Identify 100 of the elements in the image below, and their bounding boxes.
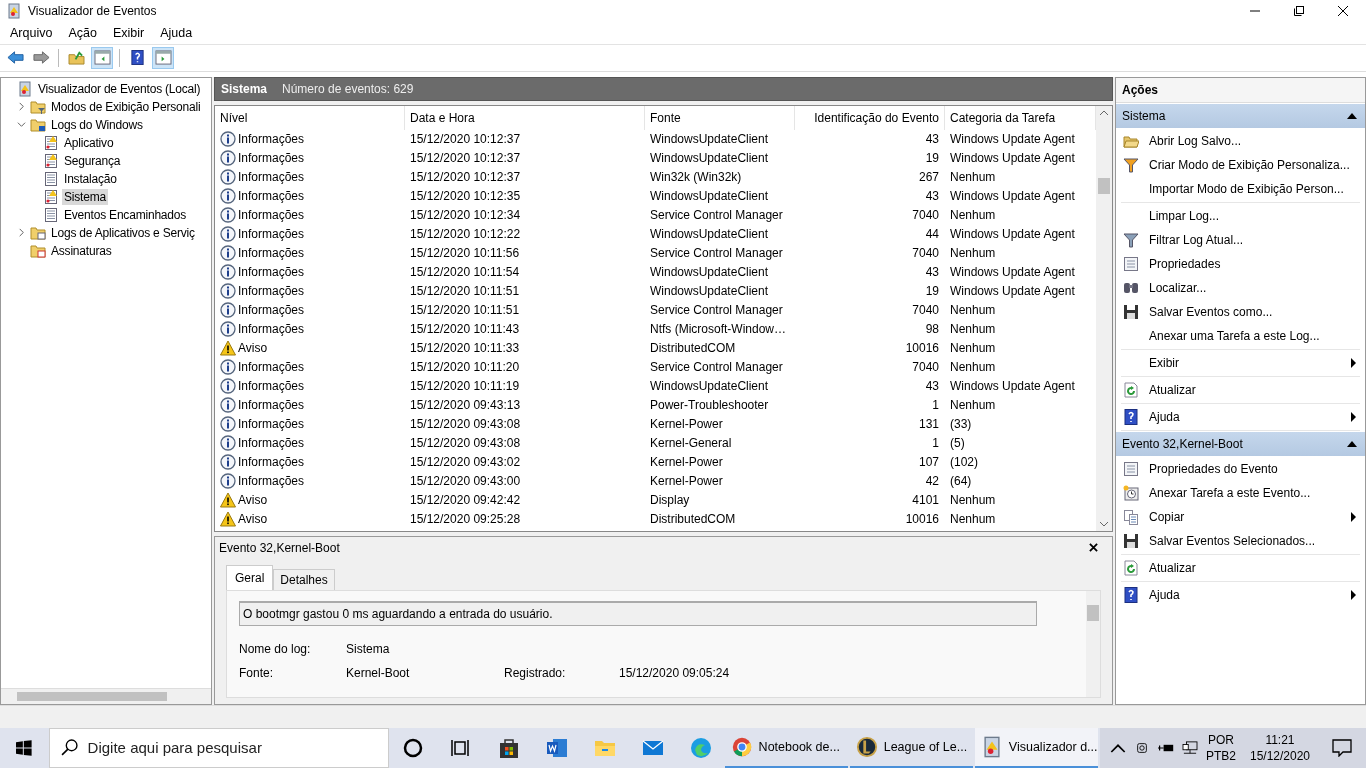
menu-item[interactable]: Arquivo [10, 25, 53, 40]
copy-icon [1123, 508, 1139, 525]
close-icon[interactable] [1338, 5, 1348, 16]
scroll-thumb[interactable] [1098, 177, 1110, 194]
tree-item[interactable]: Logs de Aplicativos e Serviç [49, 224, 197, 241]
table-cell-text: Nenhum [949, 493, 997, 508]
column-header[interactable]: Nível [215, 105, 405, 130]
letter-emblem-icon [855, 736, 878, 758]
table-cell: Informações [238, 170, 305, 185]
search-field[interactable]: Digite aqui para pesquisar [48, 728, 389, 768]
table-cell-text: 15/12/2020 10:11:56 [409, 246, 521, 261]
collapse-triangle-icon[interactable] [1347, 112, 1357, 119]
action-item[interactable]: Propriedades [1149, 256, 1221, 271]
action-item[interactable]: Atualizar [1149, 382, 1196, 397]
table-cell: Informações [238, 455, 305, 470]
event-count: Número de eventos: 629 [282, 81, 414, 96]
table-cell: Informações [238, 322, 305, 337]
tree-item[interactable]: Logs do Windows [49, 116, 145, 133]
section-header[interactable]: Evento 32,Kernel-Boot [1116, 431, 1365, 456]
action-item[interactable]: Atualizar [1149, 560, 1196, 575]
clock-task-icon [1123, 484, 1139, 501]
column-header[interactable]: Fonte [645, 105, 795, 130]
table-cell-text: Nenhum [949, 398, 997, 413]
table-cell-text: 15/12/2020 09:25:28 [409, 512, 522, 527]
tree-pane-button[interactable] [91, 46, 113, 69]
tab[interactable]: Geral [226, 564, 274, 590]
help-icon [1123, 586, 1139, 603]
vertical-scrollbar[interactable] [1086, 590, 1100, 698]
table-cell-text: 10016 [904, 341, 940, 356]
action-item[interactable]: Anexar uma Tarefa a este Log... [1149, 328, 1320, 343]
menu-item[interactable]: Ajuda [160, 25, 193, 40]
tree-item[interactable]: Assinaturas [49, 242, 114, 259]
table-cell-text: Ntfs (Microsoft-Window… [649, 322, 787, 337]
table-cell-text: 7040 [911, 360, 940, 375]
submenu-arrow-icon[interactable] [1351, 357, 1356, 368]
log-document-icon [43, 134, 59, 151]
action-item[interactable]: Propriedades do Evento [1149, 461, 1278, 476]
action-item[interactable]: Abrir Log Salvo... [1149, 133, 1242, 148]
tree-item[interactable]: Sistema [62, 188, 108, 205]
menu-item[interactable]: Ação [68, 25, 97, 40]
network-icon[interactable] [1181, 741, 1198, 755]
action-item[interactable]: Limpar Log... [1149, 208, 1220, 223]
action-item[interactable]: Ajuda [1149, 409, 1180, 424]
action-item[interactable]: Ajuda [1149, 587, 1180, 602]
clock-date[interactable]: 15/12/2020 [1249, 748, 1310, 764]
submenu-arrow-icon[interactable] [1351, 589, 1356, 600]
scroll-thumb[interactable] [1087, 604, 1099, 621]
tree-item[interactable]: Eventos Encaminhados [62, 206, 189, 223]
language-indicator[interactable]: POR [1207, 732, 1234, 748]
keyboard-layout[interactable]: PTB2 [1205, 748, 1236, 764]
properties-icon [1123, 255, 1139, 272]
action-item[interactable]: Filtrar Log Atual... [1149, 232, 1244, 247]
submenu-arrow-icon[interactable] [1351, 511, 1356, 522]
action-item[interactable]: Localizar... [1149, 280, 1207, 295]
submenu-arrow-icon[interactable] [1351, 411, 1356, 422]
action-item[interactable]: Copiar [1149, 509, 1185, 524]
table-cell-text: Windows Update Agent [949, 265, 1076, 280]
section-header[interactable]: Sistema [1116, 103, 1365, 128]
tab[interactable]: Detalhes [273, 568, 335, 590]
action-item[interactable]: Criar Modo de Exibição Personaliza... [1149, 157, 1350, 172]
clock-time[interactable]: 11:21 [1265, 732, 1295, 748]
maximize-icon[interactable] [1294, 5, 1304, 16]
column-header[interactable]: Identificação do Evento [795, 105, 945, 130]
action-item[interactable]: Importar Modo de Exibição Person... [1149, 181, 1344, 196]
taskbar-window-button[interactable]: Notebook de... [724, 728, 848, 768]
tree-item[interactable]: Segurança [62, 152, 123, 169]
tree-item[interactable]: Modos de Exibição Personali [49, 98, 203, 115]
collapse-triangle-icon[interactable] [1347, 440, 1357, 447]
scroll-up-icon[interactable] [1099, 109, 1109, 116]
notification-icon[interactable] [1332, 739, 1352, 757]
taskbar-window-button[interactable]: League of Le... [849, 728, 973, 768]
tree-item[interactable]: Visualizador de Eventos (Local) [36, 80, 203, 97]
action-item[interactable]: Exibir [1149, 355, 1179, 370]
table-cell-text: 267 [917, 170, 940, 185]
table-cell-text: 15/12/2020 10:12:37 [409, 132, 522, 147]
expand-chevron-icon[interactable] [17, 228, 26, 238]
vertical-scrollbar[interactable] [1096, 105, 1112, 531]
tree-item[interactable]: Instalação [62, 170, 119, 187]
window-title: Visualizador de Eventos [28, 3, 157, 18]
action-item[interactable]: Salvar Eventos como... [1149, 304, 1273, 319]
taskbar-window-button[interactable]: Visualizador d... [974, 728, 1098, 768]
table-cell-text: 15/12/2020 10:11:43 [409, 322, 521, 337]
menu-item[interactable]: Exibir [112, 25, 145, 40]
table-cell-text: 15/12/2020 10:12:22 [409, 227, 522, 242]
action-item[interactable]: Salvar Eventos Selecionados... [1149, 533, 1316, 548]
expand-chevron-icon[interactable] [17, 102, 26, 112]
table-cell-text: 19 [924, 151, 940, 166]
tree-item[interactable]: Aplicativo [62, 134, 116, 151]
table-cell-text: Win32k (Win32k) [649, 170, 743, 185]
table-cell-text: 15/12/2020 09:43:00 [409, 474, 522, 489]
table-cell-text: 15/12/2020 10:12:37 [409, 151, 522, 166]
word-document-icon[interactable] [544, 736, 569, 760]
table-cell-text: 15/12/2020 10:11:19 [409, 379, 521, 394]
close-icon[interactable] [1089, 543, 1098, 553]
horizontal-scrollbar[interactable] [1, 688, 211, 705]
column-header[interactable]: Data e Hora [405, 105, 645, 130]
collapse-chevron-icon[interactable] [17, 120, 26, 130]
scroll-thumb[interactable] [17, 692, 167, 702]
scroll-down-icon[interactable] [1099, 520, 1109, 527]
action-item[interactable]: Anexar Tarefa a este Evento... [1149, 485, 1311, 500]
